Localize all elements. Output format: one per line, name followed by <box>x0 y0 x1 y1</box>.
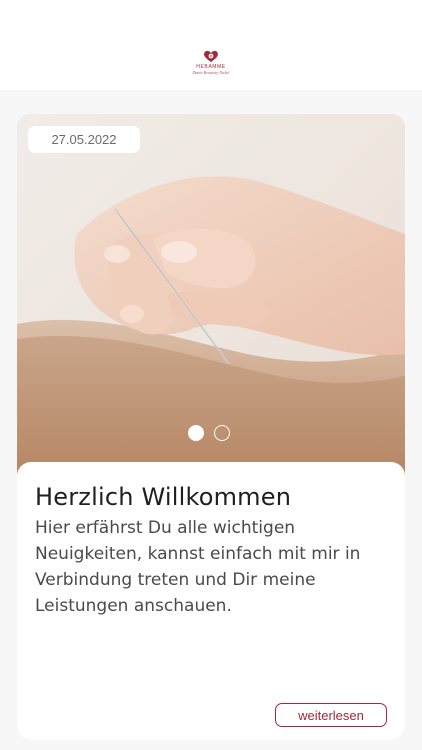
carousel-indicator <box>188 425 230 442</box>
heart-logo-icon <box>204 50 218 62</box>
carousel-dot-2[interactable] <box>214 425 230 441</box>
post-image: 27.05.2022 <box>17 114 405 484</box>
app-logo: HEBAMME Dania Berzsony Nickel <box>186 49 236 81</box>
post-content: Herzlich Willkommen Hier erfährst Du all… <box>17 462 405 740</box>
news-card: 27.05.2022 Herzlich Willkommen Hier erfä… <box>17 114 405 740</box>
logo-subtitle: Dania Berzsony Nickel <box>192 70 230 75</box>
app-header: HEBAMME Dania Berzsony Nickel <box>0 0 422 90</box>
read-more-button[interactable]: weiterlesen <box>275 703 387 727</box>
date-badge: 27.05.2022 <box>28 126 140 153</box>
post-text: Hier erfährst Du alle wichtigen Neuigkei… <box>35 518 361 616</box>
carousel-dot-1[interactable] <box>188 425 204 441</box>
post-title: Herzlich Willkommen <box>35 483 292 511</box>
